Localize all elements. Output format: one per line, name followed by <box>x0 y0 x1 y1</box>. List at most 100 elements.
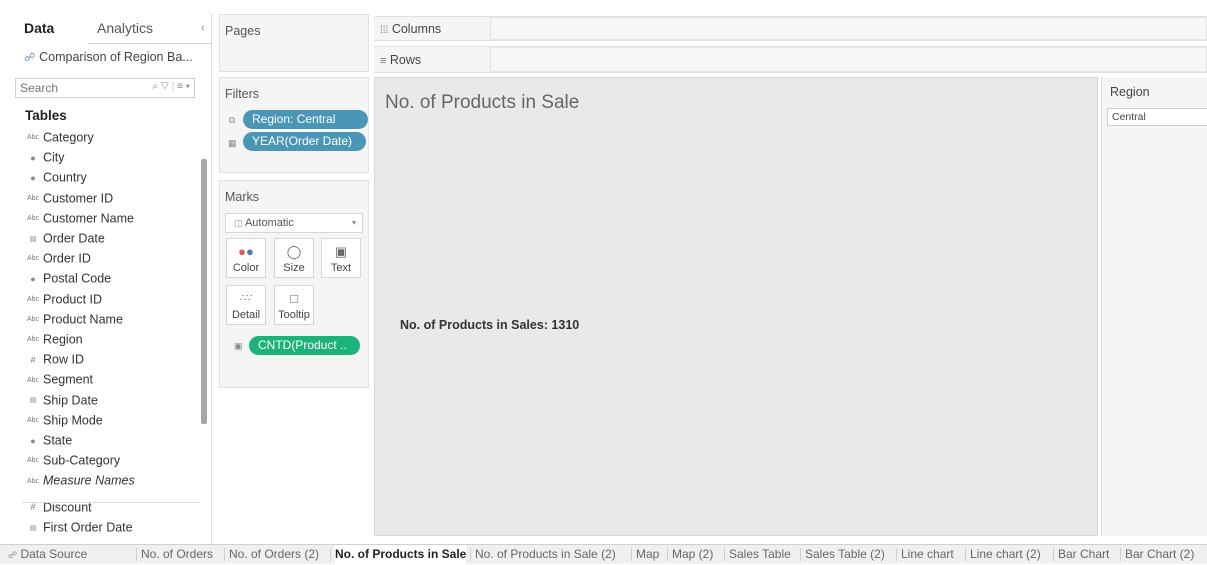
data-source-icon: ☍ <box>24 52 36 64</box>
sheet-tab[interactable]: Map (2) <box>672 545 713 564</box>
field-item[interactable]: ● Country <box>0 170 200 190</box>
field-item[interactable]: ● Postal Code <box>0 271 200 291</box>
sheet-tab[interactable]: No. of Products in Sale <box>335 545 467 564</box>
size-button[interactable]: ◯ Size <box>274 238 314 278</box>
field-name: Category <box>43 130 94 145</box>
globe-icon: ● <box>30 152 36 163</box>
sheet-tab[interactable]: No. of Orders <box>141 545 213 564</box>
globe-icon: ● <box>30 173 36 184</box>
sheet-tab[interactable]: Map <box>636 545 659 564</box>
field-name: Postal Code <box>43 272 112 287</box>
filters-title: Filters <box>225 87 260 101</box>
tooltip-icon: □ <box>290 291 298 306</box>
pages-shelf[interactable]: Pages <box>219 14 369 72</box>
tab-data-source[interactable]: ☍ Data Source <box>8 545 87 564</box>
tab-data[interactable]: Data <box>24 20 54 36</box>
mark-type-label: Automatic <box>244 217 294 229</box>
search-box: ⌕ ▽ | ≡ ▾ <box>15 78 195 98</box>
field-item[interactable]: Abc Product ID <box>0 292 200 312</box>
number-icon: # <box>30 502 36 513</box>
worksheet-title[interactable]: No. of Products in Sale <box>385 92 579 114</box>
detail-button[interactable]: ∴∵ Detail <box>226 285 266 325</box>
data-source-item[interactable]: ☍ Comparison of Region Ba... <box>24 50 193 64</box>
sheet-tab[interactable]: Line chart <box>901 545 954 564</box>
sheet-tab[interactable]: Line chart (2) <box>970 545 1041 564</box>
tab-analytics[interactable]: Analytics <box>97 20 153 36</box>
field-item[interactable]: Abc Region <box>0 332 200 352</box>
chevron-down-icon: ▾ <box>351 218 356 227</box>
field-list-scrollbar[interactable] <box>201 159 207 424</box>
search-input[interactable] <box>16 79 134 97</box>
field-name: Sub-Category <box>43 453 121 468</box>
sheet-tab[interactable]: No. of Orders (2) <box>229 545 319 564</box>
data-pane: Data Analytics ‹ ☍ Comparison of Region B… <box>0 14 212 544</box>
field-item[interactable]: Abc Ship Mode <box>0 413 200 433</box>
tab-separator <box>330 548 331 561</box>
tab-separator <box>470 548 471 561</box>
field-list: Abc Category ● City ● Country Abc Customer ID Ab… <box>0 130 200 555</box>
pages-title: Pages <box>225 24 261 38</box>
tab-divider <box>88 43 211 44</box>
field-name: Country <box>43 171 87 186</box>
color-button[interactable]: ●● Color <box>226 238 266 278</box>
text-button[interactable]: ▣ Text <box>321 238 361 278</box>
field-item[interactable]: # Row ID <box>0 352 200 372</box>
filter-pill-region[interactable]: Region: Central <box>243 110 368 129</box>
filter-pill-year[interactable]: YEAR(Order Date) <box>243 132 366 151</box>
tooltip-button[interactable]: □ Tooltip <box>274 285 314 325</box>
filter-date-icon: ▦ <box>228 138 237 148</box>
marks-card: Marks ◫ Automatic ▾ ●● Color ◯ Size ▣ Te… <box>219 180 369 388</box>
rows-text: Rows <box>389 53 422 67</box>
field-item[interactable]: Abc Category <box>0 130 200 150</box>
filter-icon[interactable]: ▽ <box>161 81 169 92</box>
filters-shelf[interactable]: Filters ⧉ Region: Central ▦ YEAR(Order D… <box>219 77 369 173</box>
columns-label: ⁞⁞⁞ Columns <box>380 22 441 36</box>
string-icon: Abc <box>26 316 40 323</box>
measures-divider <box>22 502 200 503</box>
field-name: First Order Date <box>43 520 133 535</box>
size-label: Size <box>283 262 305 274</box>
field-item[interactable]: ● City <box>0 150 200 170</box>
columns-drop-area[interactable] <box>490 17 1207 40</box>
field-name: City <box>43 150 65 165</box>
field-name: Product ID <box>43 292 103 307</box>
sheet-tab[interactable]: Bar Chart <box>1058 545 1109 564</box>
rows-drop-area[interactable] <box>490 47 1207 72</box>
field-item[interactable]: Abc Sub-Category <box>0 453 200 473</box>
field-name: Segment <box>43 373 94 388</box>
color-icon: ●● <box>238 244 254 259</box>
tab-separator <box>1053 548 1054 561</box>
detail-icon: ∴∵ <box>239 293 253 304</box>
sheet-tab[interactable]: No. of Products in Sale (2) <box>475 545 616 564</box>
text-mark-value[interactable]: No. of Products in Sales: 1310 <box>400 318 579 332</box>
field-item[interactable]: Abc Customer ID <box>0 191 200 211</box>
field-item[interactable]: Abc Order ID <box>0 251 200 271</box>
field-item[interactable]: Abc Measure Names <box>0 473 200 493</box>
field-name: Ship Date <box>43 393 98 408</box>
mark-type-select[interactable]: ◫ Automatic ▾ <box>225 213 363 233</box>
region-filter-select[interactable]: Central <box>1107 108 1207 126</box>
field-name: Region <box>43 332 83 347</box>
collapse-pane-icon[interactable]: ‹ <box>201 22 205 34</box>
field-name: Customer Name <box>43 211 134 226</box>
measure-pill-cntd-product[interactable]: CNTD(Product .. <box>249 336 360 355</box>
view-options-icon[interactable]: ≡ ▾ <box>177 81 190 92</box>
field-item[interactable]: Abc Segment <box>0 372 200 392</box>
field-item[interactable]: Abc Product Name <box>0 312 200 332</box>
string-icon: Abc <box>26 295 40 303</box>
sheet-tab[interactable]: Sales Table <box>729 545 791 564</box>
search-icon[interactable]: ⌕ <box>152 81 158 92</box>
field-name: State <box>43 433 73 448</box>
field-item[interactable]: ● State <box>0 433 200 453</box>
field-item[interactable]: ▤ First Order Date <box>0 520 200 540</box>
field-item[interactable]: ▤ Ship Date <box>0 393 200 413</box>
sheet-tab[interactable]: Sales Table (2) <box>805 545 885 564</box>
field-item[interactable]: Abc Customer Name <box>0 211 200 231</box>
data-source-tab-icon: ☍ <box>8 550 18 560</box>
field-item[interactable]: ▤ Order Date <box>0 231 200 251</box>
region-filter-title: Region <box>1110 85 1150 99</box>
rows-label: ≡ Rows <box>380 53 421 67</box>
sheet-tab-bar: ☍ Data Source No. of Orders No. of Orders… <box>0 544 1207 564</box>
sheet-tab[interactable]: Bar Chart (2) <box>1125 545 1194 564</box>
worksheet-view[interactable]: No. of Products in Sale No. of Products … <box>374 77 1098 536</box>
